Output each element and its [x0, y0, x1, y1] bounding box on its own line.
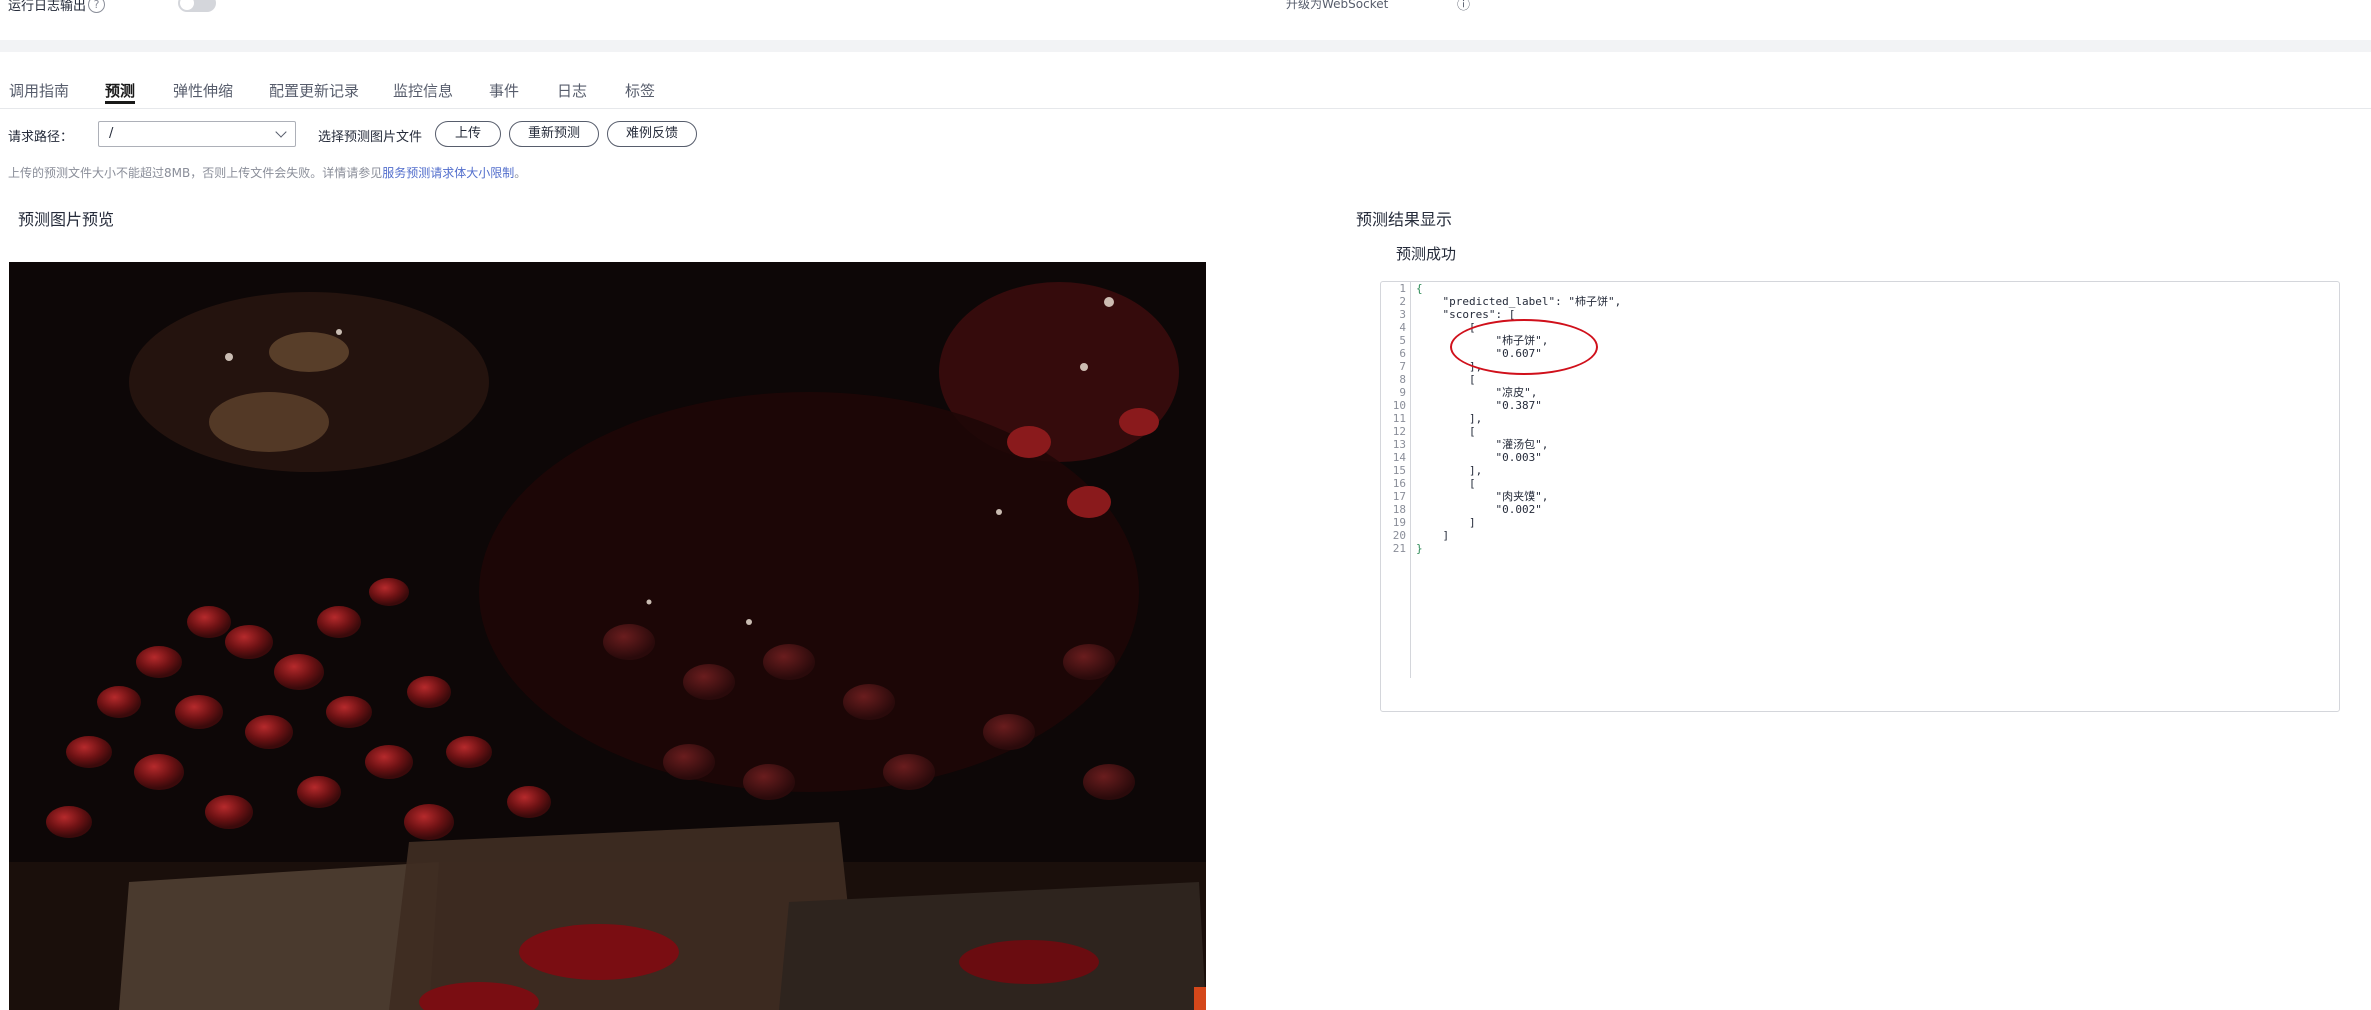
line-number: 8	[1399, 373, 1406, 386]
code-line: ],	[1416, 412, 1483, 425]
code-line: "0.003"	[1416, 451, 1542, 464]
websocket-label: 升级为WebSocket	[1286, 0, 1389, 11]
code-line: "灌汤包",	[1416, 438, 1549, 451]
code-line: [	[1416, 321, 1476, 334]
log-output-toggle[interactable]	[178, 0, 216, 12]
size-limit-link[interactable]: 服务预测请求体大小限制	[382, 166, 514, 180]
line-number: 13	[1392, 438, 1406, 451]
code-line: ],	[1416, 464, 1483, 477]
upload-button[interactable]: 上传	[435, 121, 501, 147]
code-line: [	[1416, 425, 1476, 438]
log-output-label: 运行日志输出	[8, 0, 87, 14]
section-divider	[0, 40, 2371, 52]
result-code-editor: 1 2 3 4 5 6 7 8 9 10 11 12 13 14 15 16 17 18 19 20 21 { "pre…	[1380, 281, 2340, 712]
tab-tags[interactable]: 标签	[625, 80, 655, 101]
code-line: "scores": [	[1416, 308, 1516, 321]
line-number: 10	[1392, 399, 1406, 412]
code-line: "0.387"	[1416, 399, 1542, 412]
line-number: 21	[1392, 542, 1406, 555]
prediction-image-preview	[9, 262, 1206, 1010]
code-line: "predicted_label": "柿子饼",	[1416, 295, 1622, 308]
code-line: "肉夹馍",	[1416, 490, 1549, 503]
tab-monitoring[interactable]: 监控信息	[393, 80, 453, 101]
line-number: 7	[1399, 360, 1406, 373]
line-number: 1	[1399, 282, 1406, 295]
chevron-down-icon	[275, 126, 287, 138]
help-circle-icon[interactable]: ?	[88, 0, 105, 13]
tab-events[interactable]: 事件	[489, 80, 519, 101]
request-path-label: 请求路径：	[8, 130, 74, 145]
line-number: 4	[1399, 321, 1406, 334]
upload-size-hint: 上传的预测文件大小不能超过8MB，否则上传文件会失败。详情请参见服务预测请求体大…	[8, 164, 526, 181]
hard-example-feedback-button[interactable]: 难例反馈	[607, 121, 697, 147]
line-number-gutter: 1 2 3 4 5 6 7 8 9 10 11 12 13 14 15 16 17 18 19 20 21	[1381, 282, 1411, 678]
code-line: [	[1416, 477, 1476, 490]
code-line: "柿子饼",	[1416, 334, 1549, 347]
line-number: 9	[1399, 386, 1406, 399]
code-line: }	[1416, 542, 1423, 555]
code-line: ],	[1416, 360, 1483, 373]
info-icon: ⓘ	[1457, 0, 1471, 13]
code-line: ]	[1416, 516, 1476, 529]
prediction-status: 预测成功	[1396, 245, 1457, 263]
code-line: "0.607"	[1416, 347, 1542, 360]
line-number: 16	[1392, 477, 1406, 490]
line-number: 14	[1392, 451, 1406, 464]
line-number: 15	[1392, 464, 1406, 477]
request-path-value: /	[109, 126, 114, 141]
red-dates-photo	[9, 262, 1206, 1010]
line-number: 11	[1392, 412, 1406, 425]
line-number: 12	[1392, 425, 1406, 438]
code-line: [	[1416, 373, 1476, 386]
code-line: ]	[1416, 529, 1450, 542]
result-title: 预测结果显示	[1356, 210, 1453, 229]
tab-logs[interactable]: 日志	[557, 80, 587, 101]
tab-config-history[interactable]: 配置更新记录	[269, 80, 359, 101]
request-path-select[interactable]: /	[98, 121, 296, 147]
line-number: 6	[1399, 347, 1406, 360]
tab-predict[interactable]: 预测	[105, 80, 136, 104]
tab-bar: 调用指南 预测 弹性伸缩 配置更新记录 监控信息 事件 日志 标签	[0, 80, 2371, 109]
line-number: 18	[1392, 503, 1406, 516]
repredict-button[interactable]: 重新预测	[509, 121, 599, 147]
preview-title: 预测图片预览	[18, 210, 115, 229]
code-line: "凉皮",	[1416, 386, 1538, 399]
code-line: "0.002"	[1416, 503, 1542, 516]
tab-autoscaling[interactable]: 弹性伸缩	[173, 80, 233, 101]
hint-end: 。	[514, 166, 527, 180]
tab-call-guide[interactable]: 调用指南	[9, 80, 69, 101]
line-number: 19	[1392, 516, 1406, 529]
code-line: {	[1416, 282, 1423, 295]
line-number: 2	[1399, 295, 1406, 308]
choose-file-label: 选择预测图片文件	[318, 130, 423, 145]
line-number: 5	[1399, 334, 1406, 347]
result-json: { "predicted_label": "柿子饼", "scores": [ …	[1416, 282, 1621, 555]
line-number: 3	[1399, 308, 1406, 321]
line-number: 20	[1392, 529, 1406, 542]
hint-text: 上传的预测文件大小不能超过8MB，否则上传文件会失败。详情请参见	[8, 166, 383, 180]
line-number: 17	[1392, 490, 1406, 503]
